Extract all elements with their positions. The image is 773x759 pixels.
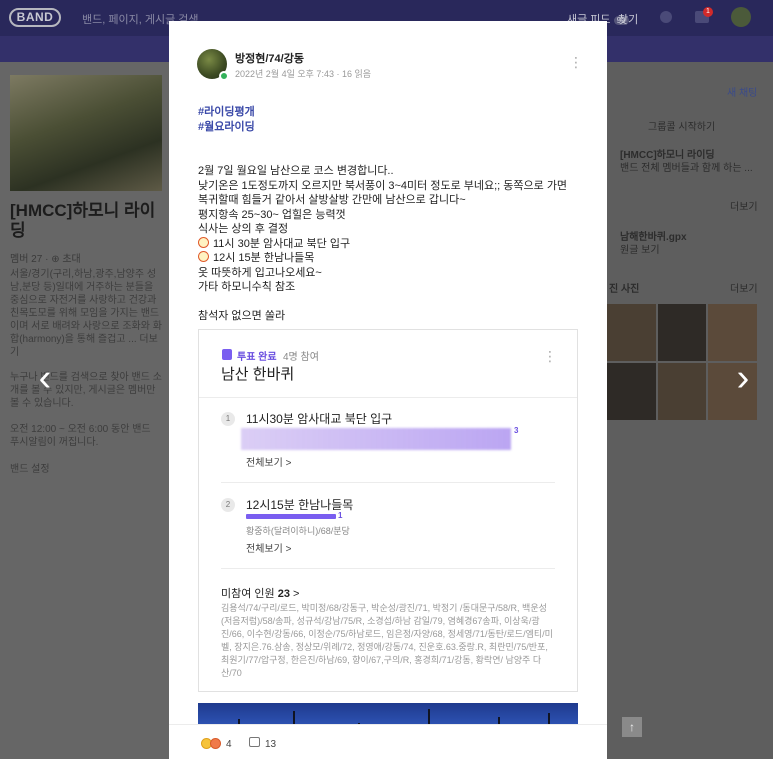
- heart-eyes-emoji-icon[interactable]: [210, 738, 221, 749]
- photos-section-title: 진 사진: [609, 284, 640, 295]
- post-text-fragment: 12시 15분 한남나들목: [213, 252, 315, 264]
- band-cover-image: [10, 75, 162, 191]
- poll-card: 투표 완료 4명 참여 남산 한바퀴 ⋮ 1 11시30분 암사대교 북단 입구…: [198, 329, 578, 692]
- profile-avatar[interactable]: [731, 7, 751, 27]
- post-text-line: 복귀할때 힘들거 같아서 살방살방 간만에 남산으로 갑니다~: [198, 194, 466, 206]
- hashtag[interactable]: #라이딩평개: [198, 103, 255, 119]
- chat-room-subtitle: 밴드 전체 멤버들과 함께 하는 ...: [620, 163, 753, 174]
- reaction-count[interactable]: 4: [226, 739, 232, 750]
- band-push-hours: 오전 12:00 ~ 오전 6:00 동안 밴드 푸시알림이 꺼집니다.: [10, 424, 151, 448]
- poll-status: 투표 완료: [237, 352, 277, 363]
- vote-icon: [222, 349, 232, 360]
- band-member-count[interactable]: 멤버 27 · ⊕ 초대: [10, 250, 81, 265]
- absent-count: 23: [277, 588, 290, 600]
- start-group-call-button[interactable]: 그룹콜 시작하기: [648, 118, 715, 133]
- poll-option-bar: [246, 514, 336, 519]
- comment-icon[interactable]: [249, 737, 260, 747]
- poll-see-all-link[interactable]: 전체보기 >: [246, 454, 291, 469]
- chevron-right-icon: >: [293, 588, 300, 600]
- scroll-to-top-button[interactable]: ↑: [622, 717, 642, 737]
- previous-post-arrow-icon[interactable]: ‹: [30, 359, 60, 400]
- poll-see-all-link[interactable]: 전체보기 >: [246, 540, 291, 555]
- poll-divider: [221, 482, 555, 483]
- poll-header: 투표 완료 4명 참여 남산 한바퀴 ⋮: [199, 330, 577, 398]
- hashtag[interactable]: #월요라이딩: [198, 118, 255, 134]
- photo-thumbnail[interactable]: [607, 363, 656, 420]
- alarm-clock-icon: [198, 237, 209, 248]
- poll-option-votes: 3: [514, 426, 519, 435]
- alarm-clock-icon: [198, 251, 209, 262]
- poll-option-voters: 황중하(달려이하니)/68/분당: [246, 526, 350, 536]
- post-text-line: 2월 7일 월요일 남산으로 코스 변경합니다..: [198, 165, 394, 177]
- band-title: [HMCC]하모니 라이딩: [10, 201, 156, 240]
- post-text-line: 참석자 없으면 쏠라: [198, 310, 286, 322]
- band-logo[interactable]: BAND: [9, 8, 61, 27]
- photo-thumbnail[interactable]: [657, 363, 707, 420]
- band-settings-link[interactable]: 밴드 설정: [10, 463, 162, 476]
- find-link[interactable]: 찾기: [618, 11, 638, 27]
- post-text-line: 식사는 상의 후 결정: [198, 223, 289, 235]
- leader-badge-icon: [219, 71, 229, 81]
- file-source-link[interactable]: 원글 보기: [620, 241, 660, 256]
- photo-thumbnail[interactable]: [607, 304, 656, 361]
- poll-divider: [221, 568, 555, 569]
- poll-option-votes: 1: [338, 511, 343, 520]
- more-options-icon[interactable]: ⋮: [569, 53, 583, 71]
- post-meta: 2022년 2월 4일 오후 7:43 · 16 읽음: [235, 69, 372, 79]
- absent-members-list: 김용석/74/구리/로드, 박미정/68/강동구, 박순성/광진/71, 박정기…: [221, 603, 553, 678]
- new-chat-link[interactable]: 새 채팅: [727, 84, 757, 99]
- post-footer: 4 13: [169, 724, 607, 759]
- poll-participants: 4명 참여: [283, 352, 319, 363]
- post-text-line: 가타 하모니수칙 참조: [198, 281, 296, 293]
- next-post-arrow-icon[interactable]: ›: [728, 359, 758, 400]
- author-name[interactable]: 방정현/74/강동: [235, 50, 304, 66]
- poll-option-bar: [241, 428, 511, 450]
- right-more-link-1[interactable]: 더보기: [730, 198, 758, 213]
- post-detail-modal: 방정현/74/강동 2022년 2월 4일 오후 7:43 · 16 읽음 ⋮ …: [169, 21, 607, 759]
- band-description: 서울/경기(구리,하남,광주,남양주 성남,분당 등)일대에 거주하는 분들을 …: [10, 269, 162, 358]
- poll-option-number: 2: [221, 498, 235, 512]
- photo-thumbnail[interactable]: [708, 304, 757, 361]
- absent-members-link[interactable]: 미참여 인원 23 >: [221, 585, 299, 601]
- photo-thumbnail[interactable]: [657, 304, 707, 361]
- absent-label: 미참여 인원: [221, 588, 275, 600]
- notification-bell-icon[interactable]: [660, 11, 672, 23]
- right-more-link-2[interactable]: 더보기: [730, 280, 758, 295]
- poll-more-options-icon[interactable]: ⋮: [543, 348, 557, 365]
- poll-title: 남산 한바퀴: [221, 366, 295, 383]
- comment-count[interactable]: 13: [265, 739, 276, 750]
- poll-option-text[interactable]: 11시30분 암사대교 북단 입구: [246, 410, 392, 427]
- poll-option-number: 1: [221, 412, 235, 426]
- notification-badge: 1: [703, 7, 713, 17]
- post-text-line: 12시 15분 한남나들목: [198, 249, 314, 265]
